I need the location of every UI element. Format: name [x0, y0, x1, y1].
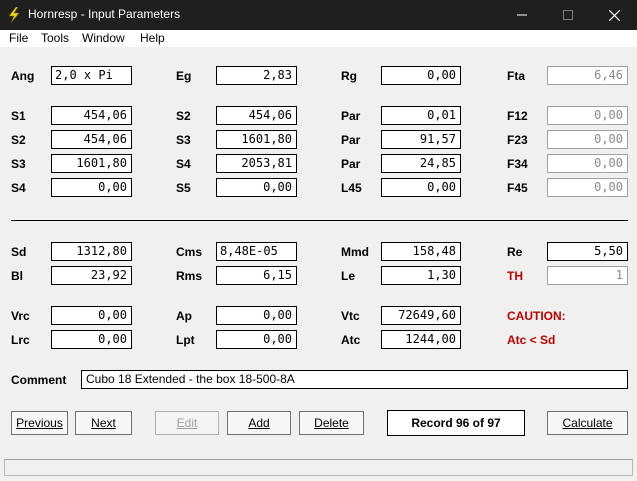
cms-field[interactable]: 8,48E-05: [216, 242, 297, 261]
cms-label: Cms: [176, 245, 203, 259]
re-label: Re: [507, 245, 523, 259]
record-indicator: Record 96 of 97: [387, 410, 525, 436]
th-field: 1: [547, 266, 628, 285]
lpt-field[interactable]: 0,00: [216, 330, 297, 349]
bl-field[interactable]: 23,92: [51, 266, 132, 285]
next-button[interactable]: Next: [75, 411, 132, 435]
menu-help[interactable]: Help: [140, 31, 165, 45]
th-label: TH: [507, 269, 523, 283]
ap-field[interactable]: 0,00: [216, 306, 297, 325]
s4-start-label: S4: [11, 181, 26, 195]
s3-start-field[interactable]: 1601,80: [51, 154, 132, 173]
atc-field[interactable]: 1244,00: [381, 330, 461, 349]
mmd-field[interactable]: 158,48: [381, 242, 461, 261]
close-button[interactable]: [591, 0, 637, 30]
vtc-field[interactable]: 72649,60: [381, 306, 461, 325]
par23-field[interactable]: 91,57: [381, 130, 461, 149]
s2-start-field[interactable]: 454,06: [51, 130, 132, 149]
s2-field[interactable]: 454,06: [216, 106, 297, 125]
status-bar: [4, 459, 633, 476]
ang-label: Ang: [11, 69, 35, 83]
par34-label: Par: [341, 157, 361, 171]
fta-label: Fta: [507, 69, 525, 83]
caution-label: CAUTION:: [507, 309, 566, 323]
f23-label: F23: [507, 133, 528, 147]
calculate-button[interactable]: Calculate: [547, 411, 628, 435]
s1-label: S1: [11, 109, 26, 123]
section-divider: [11, 220, 628, 221]
menu-tools[interactable]: Tools: [41, 31, 69, 45]
fta-field: 6,46: [547, 66, 628, 85]
s4-field[interactable]: 2053,81: [216, 154, 297, 173]
rms-field[interactable]: 6,15: [216, 266, 297, 285]
par12-label: Par: [341, 109, 361, 123]
s5-field[interactable]: 0,00: [216, 178, 297, 197]
caution-message: Atc < Sd: [507, 333, 556, 347]
s5-label: S5: [176, 181, 191, 195]
ang-field[interactable]: 2,0 x Pi: [51, 66, 132, 85]
s2-start-label: S2: [11, 133, 26, 147]
eg-field[interactable]: 2,83: [216, 66, 297, 85]
f45-label: F45: [507, 181, 528, 195]
l45-label: L45: [341, 181, 362, 195]
edit-button[interactable]: Edit: [155, 411, 219, 435]
s3-start-label: S3: [11, 157, 26, 171]
s4-label: S4: [176, 157, 191, 171]
f23-field: 0,00: [547, 130, 628, 149]
re-field[interactable]: 5,50: [547, 242, 628, 261]
window-title: Hornresp - Input Parameters: [28, 7, 181, 21]
close-icon: [608, 9, 620, 21]
s1-field[interactable]: 454,06: [51, 106, 132, 125]
menu-window[interactable]: Window: [82, 31, 125, 45]
f34-field: 0,00: [547, 154, 628, 173]
rms-label: Rms: [176, 269, 203, 283]
l45-field[interactable]: 0,00: [381, 178, 461, 197]
sd-field[interactable]: 1312,80: [51, 242, 132, 261]
maximize-button[interactable]: [545, 0, 591, 30]
f45-field: 0,00: [547, 178, 628, 197]
lpt-label: Lpt: [176, 333, 195, 347]
f12-field: 0,00: [547, 106, 628, 125]
vrc-label: Vrc: [11, 309, 30, 323]
lrc-label: Lrc: [11, 333, 30, 347]
minimize-icon: [517, 14, 527, 16]
ap-label: Ap: [176, 309, 192, 323]
maximize-icon: [563, 10, 573, 20]
s3-label: S3: [176, 133, 191, 147]
f12-label: F12: [507, 109, 528, 123]
s2-label: S2: [176, 109, 191, 123]
rg-label: Rg: [341, 69, 357, 83]
bl-label: Bl: [11, 269, 23, 283]
f34-label: F34: [507, 157, 528, 171]
par34-field[interactable]: 24,85: [381, 154, 461, 173]
menu-file[interactable]: File: [9, 31, 28, 45]
menu-bar: File Tools Window Help: [0, 30, 637, 47]
comment-field[interactable]: Cubo 18 Extended - the box 18-500-8A: [81, 370, 628, 389]
s3-field[interactable]: 1601,80: [216, 130, 297, 149]
le-field[interactable]: 1,30: [381, 266, 461, 285]
minimize-button[interactable]: [499, 0, 545, 30]
add-button[interactable]: Add: [227, 411, 291, 435]
delete-button[interactable]: Delete: [299, 411, 364, 435]
le-label: Le: [341, 269, 356, 283]
eg-label: Eg: [176, 69, 192, 83]
app-lightning-icon[interactable]: [7, 7, 21, 23]
rg-field[interactable]: 0,00: [381, 66, 461, 85]
sd-label: Sd: [11, 245, 27, 259]
mmd-label: Mmd: [341, 245, 369, 259]
par12-field[interactable]: 0,01: [381, 106, 461, 125]
comment-label: Comment: [11, 373, 67, 387]
previous-button[interactable]: Previous: [11, 411, 68, 435]
vrc-field[interactable]: 0,00: [51, 306, 132, 325]
lrc-field[interactable]: 0,00: [51, 330, 132, 349]
title-bar: Hornresp - Input Parameters: [0, 0, 637, 30]
atc-label: Atc: [341, 333, 361, 347]
vtc-label: Vtc: [341, 309, 360, 323]
par23-label: Par: [341, 133, 361, 147]
s4-start-field[interactable]: 0,00: [51, 178, 132, 197]
